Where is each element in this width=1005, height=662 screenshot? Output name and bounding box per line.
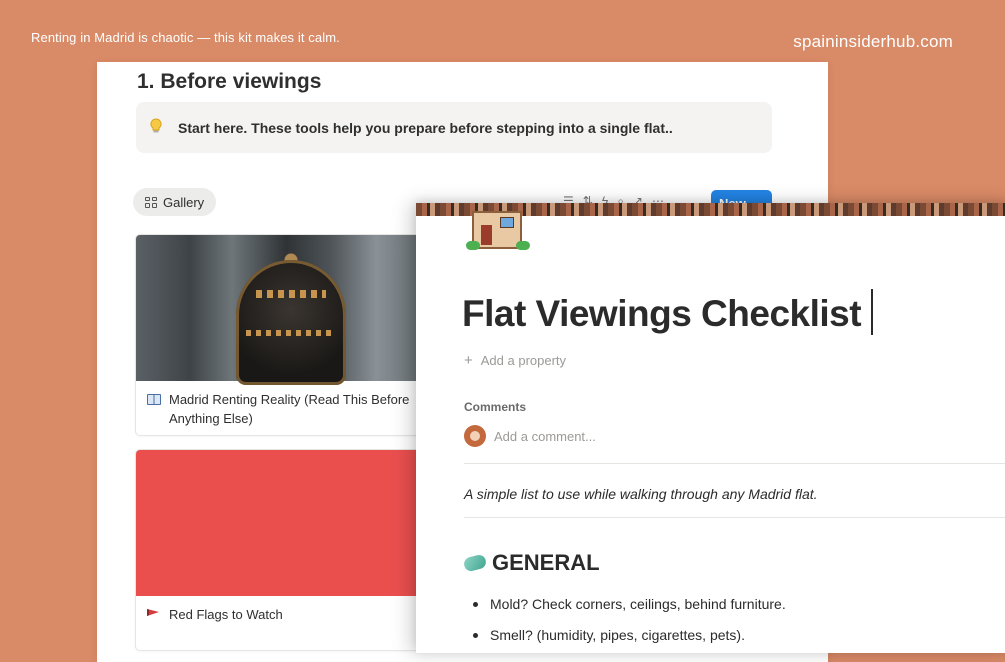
comments-label: Comments	[464, 400, 527, 414]
soap-icon	[462, 553, 488, 573]
bullet-icon	[473, 633, 478, 638]
list-item-text: Smell? (humidity, pipes, cigarettes, pet…	[490, 627, 745, 643]
card-cover-image	[136, 235, 436, 385]
gallery-card[interactable]: Red Flags to Watch	[135, 449, 437, 651]
house-icon[interactable]	[464, 207, 534, 251]
book-icon	[147, 390, 169, 428]
callout-text: Start here. These tools help you prepare…	[178, 119, 673, 136]
gallery-grid-icon	[145, 196, 157, 208]
add-property-button[interactable]: + Add a property	[464, 352, 566, 369]
divider	[464, 463, 1005, 464]
callout-block[interactable]: Start here. These tools help you prepare…	[136, 102, 772, 153]
bullet-icon	[473, 602, 478, 607]
divider	[464, 517, 1005, 518]
gallery-card[interactable]: Madrid Renting Reality (Read This Before…	[135, 234, 437, 436]
gallery-tab-label: Gallery	[163, 194, 205, 210]
add-property-label: Add a property	[480, 353, 567, 368]
section-heading-general[interactable]: GENERAL	[462, 550, 600, 576]
card-cover-red	[136, 450, 436, 596]
page-title[interactable]: Flat Viewings Checklist	[462, 293, 862, 335]
comment-input[interactable]: Add a comment...	[464, 425, 596, 447]
avatar	[464, 425, 486, 447]
front-notion-page: Flat Viewings Checklist + Add a property…	[416, 203, 1005, 653]
page-description[interactable]: A simple list to use while walking throu…	[464, 486, 818, 502]
list-item[interactable]: Smell? (humidity, pipes, cigarettes, pet…	[464, 620, 786, 651]
card-title: Madrid Renting Reality (Read This Before…	[169, 392, 410, 426]
banner-tagline: Renting in Madrid is chaotic — this kit …	[31, 30, 340, 45]
gallery-view-tab[interactable]: Gallery	[133, 188, 217, 216]
list-item-text: Mold? Check corners, ceilings, behind fu…	[490, 596, 786, 612]
card-title: Red Flags to Watch	[169, 607, 283, 622]
checklist-bullets: Mold? Check corners, ceilings, behind fu…	[464, 589, 786, 651]
plus-icon: +	[464, 352, 473, 369]
card-title-row: Red Flags to Watch	[136, 596, 436, 624]
lightbulb-icon	[150, 117, 168, 138]
card-title-row: Madrid Renting Reality (Read This Before…	[136, 381, 436, 428]
section-heading: 1. Before viewings	[137, 70, 322, 93]
section-title-text: GENERAL	[492, 550, 600, 575]
text-cursor	[871, 289, 873, 335]
banner-domain: spaininsiderhub.com	[793, 32, 953, 51]
list-item[interactable]: Mold? Check corners, ceilings, behind fu…	[464, 589, 786, 620]
comment-placeholder: Add a comment...	[494, 428, 596, 444]
red-flag-icon	[147, 605, 169, 624]
